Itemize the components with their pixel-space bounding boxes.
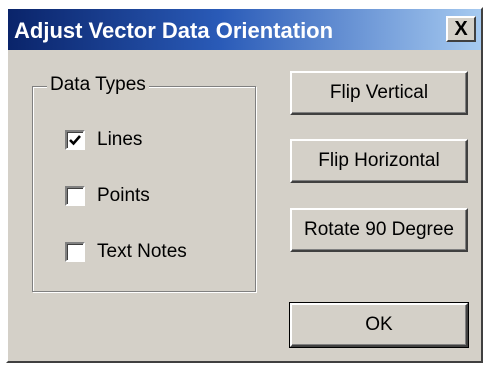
close-icon: X — [454, 17, 468, 40]
data-types-groupbox: Data Types Lines Points Text Notes — [32, 74, 256, 292]
text-notes-label: Text Notes — [97, 241, 187, 262]
lines-option[interactable]: Lines — [65, 129, 142, 151]
points-option[interactable]: Points — [65, 185, 150, 207]
flip-vertical-button[interactable]: Flip Vertical — [290, 71, 468, 115]
ok-button[interactable]: OK — [289, 302, 469, 348]
dialog-window: Adjust Vector Data Orientation X Data Ty… — [6, 7, 483, 363]
window-title: Adjust Vector Data Orientation — [14, 18, 334, 43]
checkmark-icon — [69, 135, 81, 146]
title-bar[interactable]: Adjust Vector Data Orientation X — [8, 9, 481, 50]
rotate-90-button[interactable]: Rotate 90 Degree — [290, 208, 468, 252]
points-label: Points — [97, 185, 150, 206]
close-button[interactable]: X — [446, 16, 476, 42]
lines-checkbox[interactable] — [65, 130, 85, 150]
text-notes-checkbox[interactable] — [65, 242, 85, 262]
text-notes-option[interactable]: Text Notes — [65, 241, 187, 263]
flip-horizontal-button[interactable]: Flip Horizontal — [290, 139, 468, 183]
lines-label: Lines — [97, 129, 143, 150]
points-checkbox[interactable] — [65, 186, 85, 206]
data-types-legend: Data Types — [47, 74, 149, 96]
